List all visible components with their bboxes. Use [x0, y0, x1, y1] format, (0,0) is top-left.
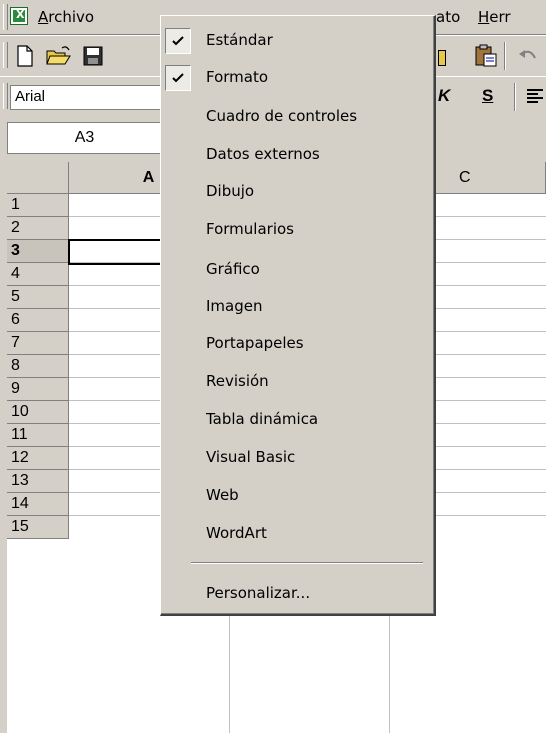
menu-item-label: Dibujo [206, 182, 255, 200]
column-header-a-label: A [142, 169, 155, 186]
row-header-6[interactable]: 6 [7, 309, 69, 332]
menu-item-datos-externos[interactable]: Datos externos [161, 138, 433, 171]
name-box-value: A3 [74, 129, 95, 146]
row-header-3-label: 3 [11, 242, 20, 259]
select-all-corner[interactable] [7, 162, 69, 194]
menu-item-formularios[interactable]: Formularios [161, 213, 433, 246]
row-header-13[interactable]: 13 [7, 470, 69, 493]
row-header-2-label: 2 [11, 219, 20, 236]
row-header-5[interactable]: 5 [7, 286, 69, 309]
row-header-5-label: 5 [11, 288, 20, 305]
row-header-1[interactable]: 1 [7, 194, 69, 217]
menu-item-revision[interactable]: Revisión [161, 365, 433, 398]
row-header-11-label: 11 [11, 426, 28, 443]
menu-item-visual-basic[interactable]: Visual Basic [161, 441, 433, 474]
checkmark-icon [165, 65, 191, 91]
menu-item-label: Gráfico [206, 260, 260, 278]
menu-item-label: Visual Basic [206, 448, 296, 466]
menu-item-label: Tabla dinámica [206, 410, 319, 428]
row-header-14-label: 14 [11, 495, 29, 512]
save-disk-icon[interactable] [80, 43, 106, 69]
menu-item-label: Web [206, 486, 239, 504]
menu-item-label: Formato [206, 68, 269, 86]
menu-herramientas-label: err [489, 8, 511, 26]
menu-item-wordart[interactable]: WordArt [161, 517, 433, 550]
row-header-6-label: 6 [11, 311, 20, 328]
row-header-4[interactable]: 4 [7, 263, 69, 286]
menu-item-label: Portapapeles [206, 334, 304, 352]
font-name-value: Arial [15, 88, 46, 105]
menu-item-label: Cuadro de controles [206, 107, 358, 125]
row-header-13-label: 13 [11, 472, 29, 489]
row-header-7-label: 7 [11, 334, 20, 351]
underline-button[interactable]: S [482, 86, 493, 106]
row-header-7[interactable]: 7 [7, 332, 69, 355]
menubar-grip[interactable] [3, 4, 8, 30]
menu-item-tabla-dinamica[interactable]: Tabla dinámica [161, 403, 433, 436]
menu-herramientas[interactable]: Herr [478, 8, 511, 26]
paste-clipboard-icon[interactable] [473, 43, 499, 69]
column-header-c-label: C [459, 169, 471, 186]
menu-item-formato[interactable]: Formato [161, 61, 433, 94]
menu-item-dibujo[interactable]: Dibujo [161, 175, 433, 208]
menu-formato[interactable]: ato [436, 8, 460, 26]
row-header-1-label: 1 [11, 196, 20, 213]
row-header-4-label: 4 [11, 265, 20, 282]
row-header-8[interactable]: 8 [7, 355, 69, 378]
toolbar-separator [514, 83, 516, 111]
toolbars-dropdown-menu: Estándar Formato Cuadro de controles Dat… [160, 15, 436, 616]
row-header-12-label: 12 [11, 449, 29, 466]
menu-formato-label: ato [436, 8, 461, 26]
name-box[interactable]: A3 [7, 122, 162, 154]
menu-item-label: Personalizar... [206, 584, 311, 602]
italic-button-label: K [438, 86, 451, 105]
undo-arrow-icon[interactable] [515, 43, 541, 69]
menu-item-label: Formularios [206, 220, 294, 238]
row-header-11[interactable]: 11 [7, 424, 69, 447]
copy-icon-partial[interactable] [438, 50, 446, 66]
menu-item-web[interactable]: Web [161, 479, 433, 512]
menu-item-label: Estándar [206, 31, 273, 49]
toolbar-grip[interactable] [3, 42, 8, 68]
menu-item-label: WordArt [206, 524, 267, 542]
menu-item-label: Revisión [206, 372, 269, 390]
menu-item-grafico[interactable]: Gráfico [161, 253, 433, 286]
open-folder-icon[interactable] [46, 43, 72, 69]
menu-archivo[interactable]: Archivo [38, 8, 94, 26]
new-document-icon[interactable] [12, 43, 38, 69]
menu-item-estandar[interactable]: Estándar [161, 24, 433, 57]
align-left-icon[interactable] [522, 84, 546, 110]
italic-button[interactable]: K [438, 86, 450, 106]
row-header-3[interactable]: 3 [7, 240, 69, 263]
font-name-input[interactable]: Arial [10, 85, 162, 110]
underline-button-label: S [482, 86, 494, 105]
menu-item-personalizar[interactable]: Personalizar... [161, 577, 433, 610]
row-header-9-label: 9 [11, 380, 20, 397]
menu-separator [191, 562, 423, 564]
row-header-12[interactable]: 12 [7, 447, 69, 470]
menu-archivo-label: rchivo [48, 8, 95, 26]
row-header-9[interactable]: 9 [7, 378, 69, 401]
row-header-10-label: 10 [11, 403, 29, 420]
row-header-2[interactable]: 2 [7, 217, 69, 240]
row-header-8-label: 8 [11, 357, 20, 374]
row-header-14[interactable]: 14 [7, 493, 69, 516]
row-header-15-label: 15 [11, 518, 29, 535]
menu-item-portapapeles[interactable]: Portapapeles [161, 327, 433, 360]
checkmark-icon [165, 28, 191, 54]
menu-item-label: Imagen [206, 297, 263, 315]
toolbar-grip[interactable] [3, 83, 8, 109]
row-header-10[interactable]: 10 [7, 401, 69, 424]
toolbar-separator [504, 42, 506, 70]
menu-item-imagen[interactable]: Imagen [161, 290, 433, 323]
row-header-15[interactable]: 15 [7, 516, 69, 539]
excel-app-icon[interactable] [10, 7, 28, 25]
menu-item-label: Datos externos [206, 145, 320, 163]
menu-item-cuadro-de-controles[interactable]: Cuadro de controles [161, 100, 433, 133]
